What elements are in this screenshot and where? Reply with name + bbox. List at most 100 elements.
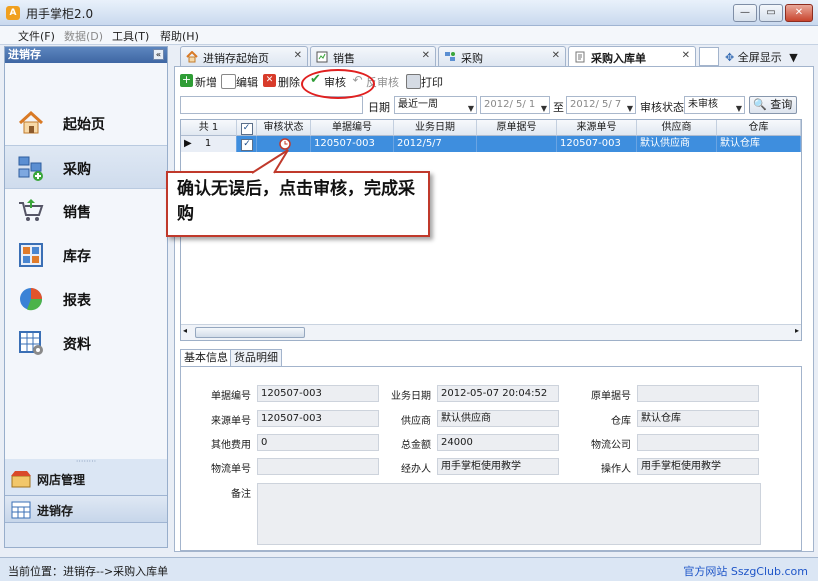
warehouse-field[interactable]: 默认仓库 [637, 410, 759, 427]
close-tab-icon[interactable]: ✕ [294, 50, 302, 61]
chevron-down-icon: ▼ [789, 51, 798, 64]
tab-goods-detail[interactable]: 货品明细 [230, 349, 282, 367]
tab-purchase[interactable]: 采购 ✕ [438, 46, 566, 66]
collapse-sidebar-button[interactable]: « [153, 49, 164, 60]
tab-panel: + 新增 编辑 ✕ 删除 ✔ 审核 ↶ 反审核 打印 日期 最近一周 ▼ 201… [174, 66, 814, 552]
sidebar-item-label: 库存 [63, 249, 91, 265]
printer-icon [406, 74, 421, 89]
shop-icon [11, 471, 31, 488]
scroll-left-icon[interactable]: ◂ [183, 326, 187, 335]
source-no-field[interactable]: 120507-003 [257, 410, 379, 427]
date-to-value: 2012/ 5/ 7 [570, 99, 622, 110]
purchase-icon [18, 156, 43, 181]
search-icon: 🔍 [753, 98, 767, 111]
scrollbar-thumb[interactable] [195, 327, 305, 338]
to-label: 至 [553, 101, 564, 114]
sidebar-item-reports[interactable]: 报表 [5, 277, 167, 321]
date-from-field[interactable]: 2012/ 5/ 1 ▼ [480, 96, 550, 114]
status-bar: 当前位置：进销存-->采购入库单 官方网站 SszgClub.com [0, 557, 818, 581]
biz-date-field[interactable]: 2012-05-07 20:04:52 [437, 385, 559, 402]
other-fee-field[interactable]: 0 [257, 434, 379, 451]
remark-label: 备注 [231, 489, 251, 500]
total-field[interactable]: 24000 [437, 434, 559, 451]
orig-no-field[interactable] [637, 385, 759, 402]
status-select[interactable]: 未审核 ▼ [684, 96, 745, 114]
print-button[interactable]: 打印 [406, 73, 446, 89]
delete-label: 删除 [278, 76, 300, 89]
logistics-co-field[interactable] [637, 434, 759, 451]
close-tab-icon[interactable]: ✕ [422, 50, 430, 61]
date-range-select[interactable]: 最近一周 ▼ [394, 96, 477, 114]
sidebar-item-home[interactable]: 起始页 [5, 101, 167, 145]
column-header-doc-no[interactable]: 单据编号 [311, 120, 394, 136]
column-header-warehouse[interactable]: 仓库 [717, 120, 801, 136]
sidebar-item-sales[interactable]: 销售 [5, 189, 167, 233]
maximize-button[interactable]: ▭ [759, 4, 783, 22]
scroll-right-icon[interactable]: ▸ [795, 326, 799, 335]
other-fee-label: 其他费用 [211, 440, 251, 451]
orig-no-label: 原单据号 [591, 391, 631, 402]
close-tab-icon[interactable]: ✕ [682, 50, 690, 61]
column-header-source-no[interactable]: 来源单号 [557, 120, 637, 136]
tab-basic-info[interactable]: 基本信息 [180, 349, 232, 367]
sidebar-item-label: 报表 [63, 293, 91, 309]
biz-date-label: 业务日期 [391, 391, 431, 402]
delete-icon: ✕ [263, 74, 276, 87]
current-location: 当前位置：进销存-->采购入库单 [8, 565, 169, 578]
column-header-count: 共 1 [181, 120, 237, 136]
row-orig-no [477, 136, 557, 152]
column-header-orig-no[interactable]: 原单据号 [477, 120, 557, 136]
date-to-field[interactable]: 2012/ 5/ 7 ▼ [566, 96, 636, 114]
tab-label: 进销存起始页 [203, 52, 269, 65]
sales-icon [316, 51, 328, 63]
total-label: 总金额 [401, 440, 431, 451]
column-header-supplier[interactable]: 供应商 [637, 120, 717, 136]
handler-field[interactable]: 用手掌柜使用教学 [437, 458, 559, 475]
fullscreen-button[interactable]: ✥ 全屏显示 ▼ [725, 49, 798, 65]
tab-label: 采购入库单 [591, 52, 646, 65]
sidebar-item-data[interactable]: 资料 [5, 321, 167, 365]
tab-sales[interactable]: 销售 ✕ [310, 46, 436, 66]
select-all-checkbox[interactable]: ✓ [240, 123, 253, 135]
column-header-date[interactable]: 业务日期 [394, 120, 477, 136]
pie-chart-icon [20, 288, 43, 311]
column-header-status[interactable]: 审核状态 [257, 120, 311, 136]
search-button[interactable]: 🔍 查询 [749, 96, 797, 114]
minimize-button[interactable]: — [733, 4, 757, 22]
logistics-no-field[interactable] [257, 458, 379, 475]
operator-field[interactable]: 用手掌柜使用教学 [637, 458, 759, 475]
column-header-check[interactable]: ✓ [237, 120, 257, 136]
menu-data[interactable]: 数据(D) [64, 28, 103, 44]
supplier-field[interactable]: 默认供应商 [437, 410, 559, 427]
sidebar-item-inventory[interactable]: 库存 [5, 233, 167, 277]
new-tab-placeholder [699, 47, 719, 66]
menu-help[interactable]: 帮助(H) [160, 28, 199, 44]
doc-no-field[interactable]: 120507-003 [257, 385, 379, 402]
close-tab-icon[interactable]: ✕ [552, 50, 560, 61]
sidebar-bottom-shop[interactable]: 网店管理 [5, 465, 167, 493]
sidebar-nav: 起始页 采购 销售 库存 报表 资料 [5, 63, 167, 459]
sidebar-item-label: 销售 [63, 205, 91, 221]
website-link[interactable]: 官方网站 SszgClub.com [683, 563, 808, 579]
menu-tools[interactable]: 工具(T) [112, 28, 149, 44]
close-button[interactable]: ✕ [785, 4, 813, 22]
menu-file[interactable]: 文件(F) [18, 28, 55, 44]
warehouse-label: 仓库 [611, 416, 631, 427]
row-warehouse: 默认仓库 [717, 136, 801, 152]
sidebar-bottom-jxc[interactable]: 进销存 [5, 495, 167, 523]
sidebar-header: 进销存 « [5, 47, 167, 63]
horizontal-scrollbar[interactable]: ◂ ▸ [181, 324, 801, 340]
cart-icon [19, 199, 44, 221]
sidebar-item-purchase[interactable]: 采购 [5, 145, 167, 189]
delete-button[interactable]: ✕ 删除 [263, 73, 303, 89]
new-button[interactable]: + 新增 [180, 73, 218, 89]
edit-button[interactable]: 编辑 [221, 73, 261, 89]
operator-label: 操作人 [601, 464, 631, 475]
tab-start[interactable]: 进销存起始页 ✕ [180, 46, 308, 66]
tab-purchase-receipt[interactable]: 采购入库单 ✕ [568, 46, 696, 67]
row-supplier: 默认供应商 [637, 136, 717, 152]
document-icon [575, 51, 585, 63]
home-icon [18, 110, 44, 134]
sidebar-title: 进销存 [8, 48, 41, 61]
remark-field[interactable] [257, 483, 761, 545]
